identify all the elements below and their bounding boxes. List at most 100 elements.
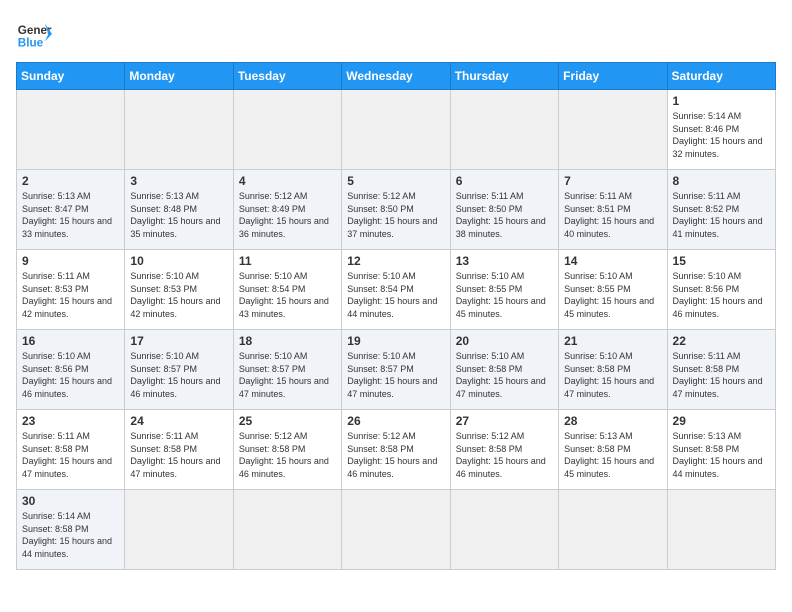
- calendar-cell: 19 Sunrise: 5:10 AM Sunset: 8:57 PM Dayli…: [342, 330, 450, 410]
- day-number: 10: [130, 254, 227, 268]
- calendar-cell: [125, 90, 233, 170]
- day-number: 20: [456, 334, 553, 348]
- day-number: 26: [347, 414, 444, 428]
- day-info: Sunrise: 5:12 AM Sunset: 8:58 PM Dayligh…: [347, 430, 444, 480]
- day-number: 11: [239, 254, 336, 268]
- weekday-header-thursday: Thursday: [450, 63, 558, 90]
- calendar-cell: 25Sunrise: 5:12 AM Sunset: 8:58 PM Dayli…: [233, 410, 341, 490]
- calendar-cell: 24Sunrise: 5:11 AM Sunset: 8:58 PM Dayli…: [125, 410, 233, 490]
- calendar-cell: 4Sunrise: 5:12 AM Sunset: 8:49 PM Daylig…: [233, 170, 341, 250]
- calendar-cell: [450, 90, 558, 170]
- day-info: Sunrise: 5:11 AM Sunset: 8:58 PM Dayligh…: [673, 350, 770, 400]
- calendar-cell: [559, 90, 667, 170]
- day-number: 25: [239, 414, 336, 428]
- day-info: Sunrise: 5:10 AM Sunset: 8:57 PM Dayligh…: [347, 350, 444, 400]
- day-number: 5: [347, 174, 444, 188]
- day-info: Sunrise: 5:11 AM Sunset: 8:53 PM Dayligh…: [22, 270, 119, 320]
- calendar-cell: 12 Sunrise: 5:10 AM Sunset: 8:54 PM Dayli…: [342, 250, 450, 330]
- day-info: Sunrise: 5:10 AM Sunset: 8:56 PM Dayligh…: [673, 270, 770, 320]
- calendar-week-row: 30Sunrise: 5:14 AM Sunset: 8:58 PM Dayli…: [17, 490, 776, 570]
- weekday-header-sunday: Sunday: [17, 63, 125, 90]
- calendar-cell: [667, 490, 775, 570]
- calendar-cell: 18Sunrise: 5:10 AM Sunset: 8:57 PM Dayli…: [233, 330, 341, 410]
- day-info: Sunrise: 5:11 AM Sunset: 8:50 PM Dayligh…: [456, 190, 553, 240]
- day-info: Sunrise: 5:12 AM Sunset: 8:50 PM Dayligh…: [347, 190, 444, 240]
- calendar-cell: [559, 490, 667, 570]
- day-number: 17: [130, 334, 227, 348]
- calendar-week-row: 23Sunrise: 5:11 AM Sunset: 8:58 PM Dayli…: [17, 410, 776, 490]
- calendar-cell: 29 Sunrise: 5:13 AM Sunset: 8:58 PM Dayli…: [667, 410, 775, 490]
- day-number: 8: [673, 174, 770, 188]
- page-header: General Blue: [16, 16, 776, 52]
- weekday-header-row: SundayMondayTuesdayWednesdayThursdayFrid…: [17, 63, 776, 90]
- calendar-cell: [450, 490, 558, 570]
- calendar-cell: 11 Sunrise: 5:10 AM Sunset: 8:54 PM Dayli…: [233, 250, 341, 330]
- day-info: Sunrise: 5:12 AM Sunset: 8:58 PM Dayligh…: [456, 430, 553, 480]
- calendar-body: 1 Sunrise: 5:14 AM Sunset: 8:46 PM Daylig…: [17, 90, 776, 570]
- calendar-cell: 5 Sunrise: 5:12 AM Sunset: 8:50 PM Daylig…: [342, 170, 450, 250]
- day-info: Sunrise: 5:10 AM Sunset: 8:57 PM Dayligh…: [130, 350, 227, 400]
- day-number: 30: [22, 494, 119, 508]
- logo-icon: General Blue: [16, 16, 52, 52]
- calendar-week-row: 1 Sunrise: 5:14 AM Sunset: 8:46 PM Daylig…: [17, 90, 776, 170]
- day-info: Sunrise: 5:10 AM Sunset: 8:58 PM Dayligh…: [456, 350, 553, 400]
- day-number: 29: [673, 414, 770, 428]
- calendar-header: SundayMondayTuesdayWednesdayThursdayFrid…: [17, 63, 776, 90]
- day-info: Sunrise: 5:10 AM Sunset: 8:54 PM Dayligh…: [239, 270, 336, 320]
- calendar-cell: [342, 90, 450, 170]
- calendar-week-row: 9Sunrise: 5:11 AM Sunset: 8:53 PM Daylig…: [17, 250, 776, 330]
- calendar-cell: 13 Sunrise: 5:10 AM Sunset: 8:55 PM Dayli…: [450, 250, 558, 330]
- day-number: 13: [456, 254, 553, 268]
- day-info: Sunrise: 5:10 AM Sunset: 8:53 PM Dayligh…: [130, 270, 227, 320]
- calendar-table: SundayMondayTuesdayWednesdayThursdayFrid…: [16, 62, 776, 570]
- calendar-cell: 26 Sunrise: 5:12 AM Sunset: 8:58 PM Dayli…: [342, 410, 450, 490]
- svg-text:General: General: [18, 24, 52, 37]
- day-number: 28: [564, 414, 661, 428]
- day-info: Sunrise: 5:10 AM Sunset: 8:55 PM Dayligh…: [456, 270, 553, 320]
- calendar-cell: 2Sunrise: 5:13 AM Sunset: 8:47 PM Daylig…: [17, 170, 125, 250]
- calendar-cell: 27 Sunrise: 5:12 AM Sunset: 8:58 PM Dayli…: [450, 410, 558, 490]
- day-number: 16: [22, 334, 119, 348]
- weekday-header-saturday: Saturday: [667, 63, 775, 90]
- calendar-cell: 9Sunrise: 5:11 AM Sunset: 8:53 PM Daylig…: [17, 250, 125, 330]
- calendar-week-row: 2Sunrise: 5:13 AM Sunset: 8:47 PM Daylig…: [17, 170, 776, 250]
- day-number: 2: [22, 174, 119, 188]
- calendar-cell: 30Sunrise: 5:14 AM Sunset: 8:58 PM Dayli…: [17, 490, 125, 570]
- weekday-header-friday: Friday: [559, 63, 667, 90]
- calendar-cell: 6 Sunrise: 5:11 AM Sunset: 8:50 PM Daylig…: [450, 170, 558, 250]
- day-number: 19: [347, 334, 444, 348]
- day-number: 22: [673, 334, 770, 348]
- day-number: 14: [564, 254, 661, 268]
- day-number: 6: [456, 174, 553, 188]
- calendar-cell: 17 Sunrise: 5:10 AM Sunset: 8:57 PM Dayli…: [125, 330, 233, 410]
- weekday-header-tuesday: Tuesday: [233, 63, 341, 90]
- day-number: 1: [673, 94, 770, 108]
- day-info: Sunrise: 5:13 AM Sunset: 8:48 PM Dayligh…: [130, 190, 227, 240]
- day-number: 27: [456, 414, 553, 428]
- day-info: Sunrise: 5:11 AM Sunset: 8:52 PM Dayligh…: [673, 190, 770, 240]
- day-info: Sunrise: 5:14 AM Sunset: 8:46 PM Dayligh…: [673, 110, 770, 160]
- weekday-header-wednesday: Wednesday: [342, 63, 450, 90]
- calendar-cell: 15Sunrise: 5:10 AM Sunset: 8:56 PM Dayli…: [667, 250, 775, 330]
- day-number: 7: [564, 174, 661, 188]
- day-info: Sunrise: 5:13 AM Sunset: 8:58 PM Dayligh…: [673, 430, 770, 480]
- calendar-cell: 14Sunrise: 5:10 AM Sunset: 8:55 PM Dayli…: [559, 250, 667, 330]
- calendar-cell: [17, 90, 125, 170]
- day-number: 3: [130, 174, 227, 188]
- calendar-cell: [125, 490, 233, 570]
- calendar-cell: 22 Sunrise: 5:11 AM Sunset: 8:58 PM Dayli…: [667, 330, 775, 410]
- day-info: Sunrise: 5:10 AM Sunset: 8:54 PM Dayligh…: [347, 270, 444, 320]
- calendar-cell: 3 Sunrise: 5:13 AM Sunset: 8:48 PM Daylig…: [125, 170, 233, 250]
- day-number: 21: [564, 334, 661, 348]
- day-number: 23: [22, 414, 119, 428]
- day-number: 18: [239, 334, 336, 348]
- calendar-cell: [342, 490, 450, 570]
- calendar-cell: 16Sunrise: 5:10 AM Sunset: 8:56 PM Dayli…: [17, 330, 125, 410]
- calendar-cell: 23Sunrise: 5:11 AM Sunset: 8:58 PM Dayli…: [17, 410, 125, 490]
- logo: General Blue: [16, 16, 56, 52]
- day-info: Sunrise: 5:12 AM Sunset: 8:49 PM Dayligh…: [239, 190, 336, 240]
- calendar-cell: 1 Sunrise: 5:14 AM Sunset: 8:46 PM Daylig…: [667, 90, 775, 170]
- calendar-cell: [233, 490, 341, 570]
- day-number: 12: [347, 254, 444, 268]
- calendar-cell: 20 Sunrise: 5:10 AM Sunset: 8:58 PM Dayli…: [450, 330, 558, 410]
